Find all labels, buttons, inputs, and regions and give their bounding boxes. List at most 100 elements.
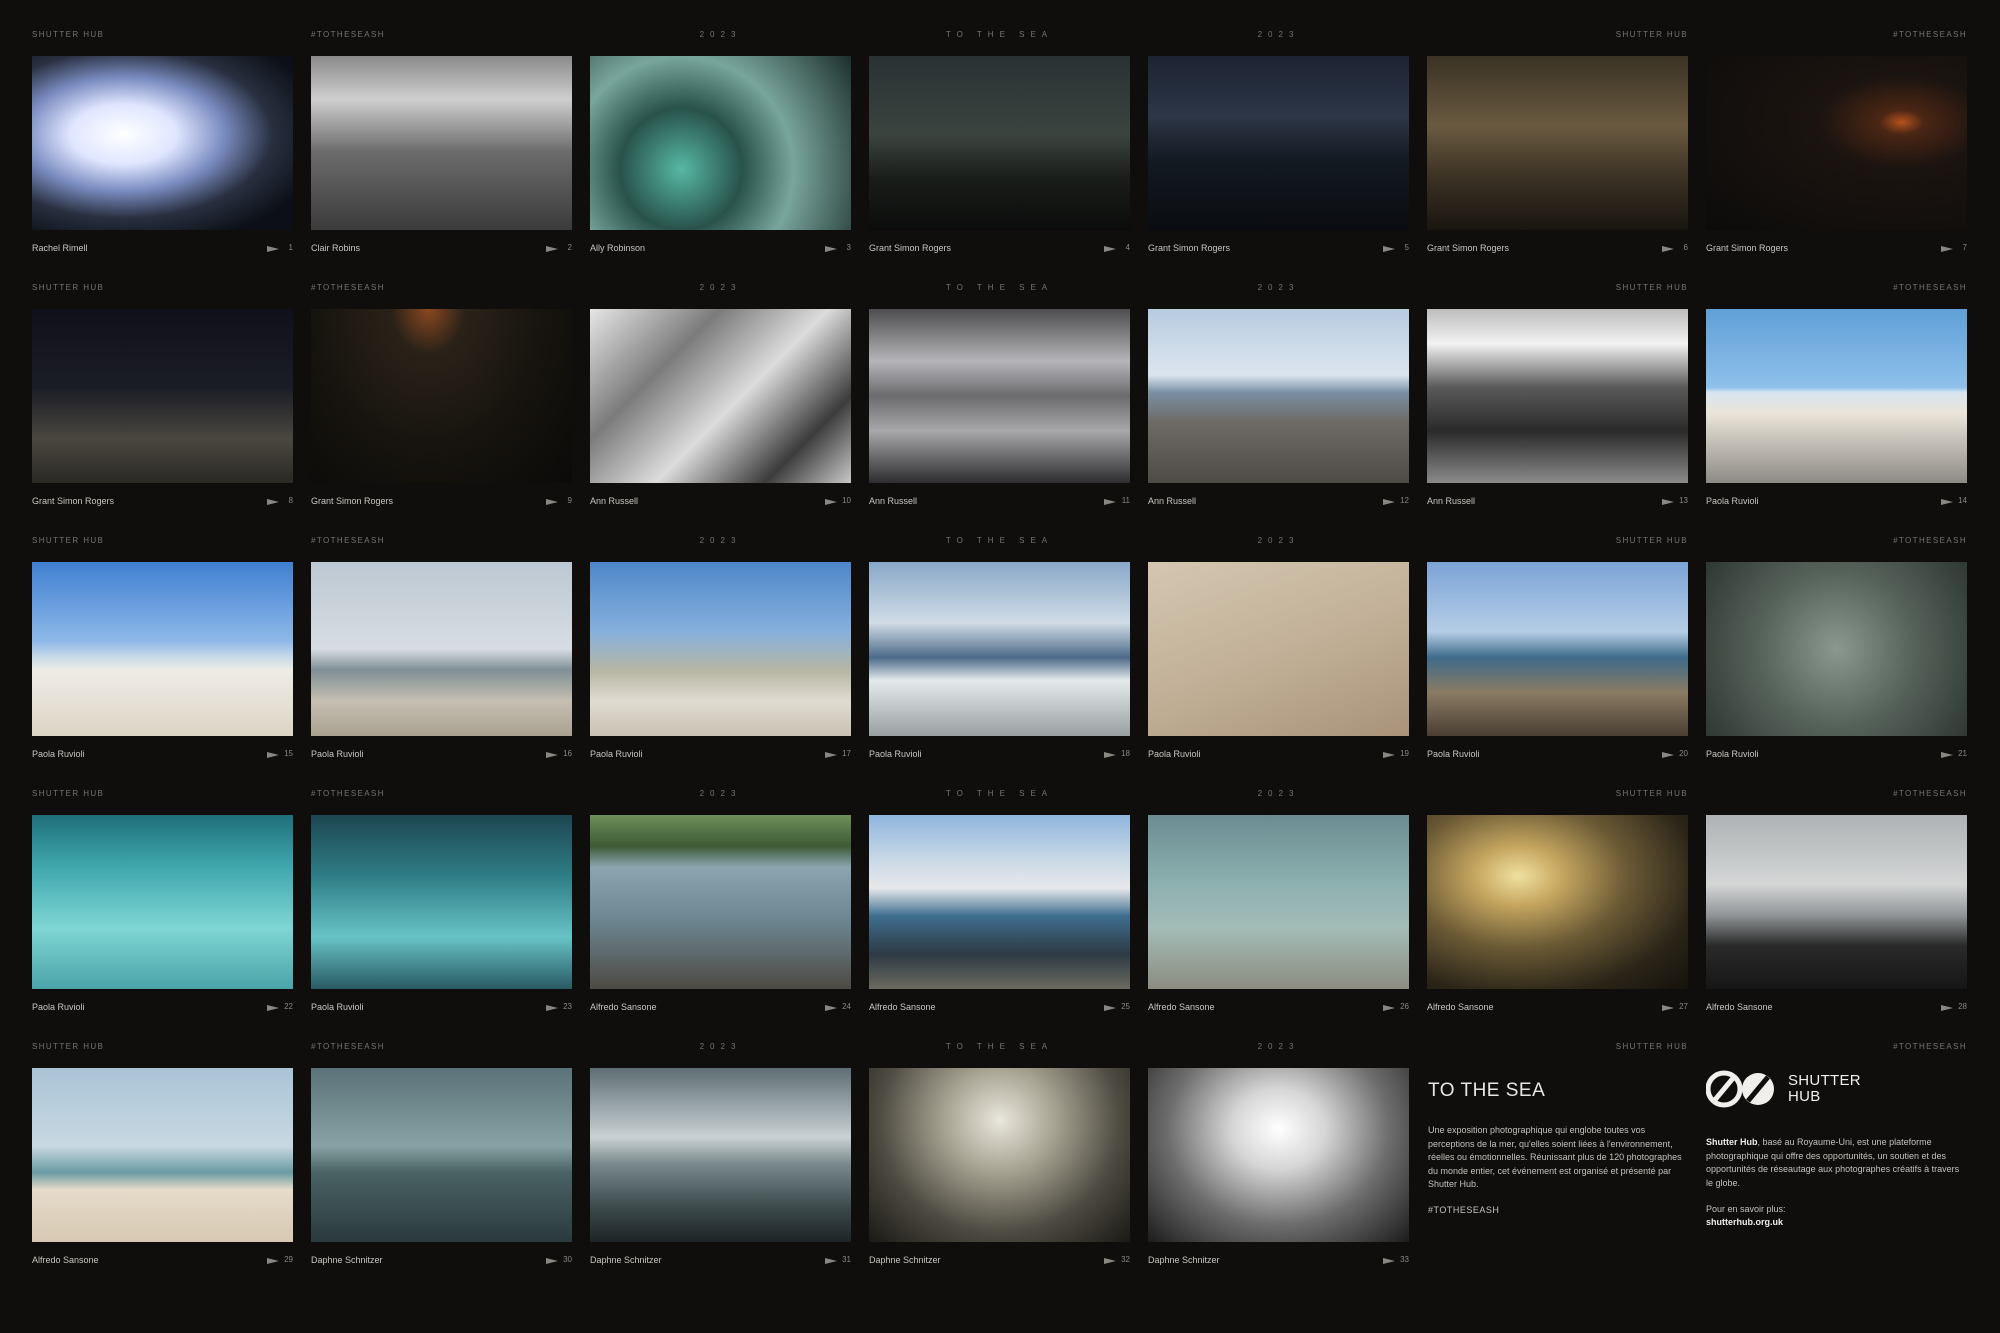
grid-cell: TO THE SEA Alfredo Sansone 25: [869, 785, 1130, 1025]
photo-thumbnail[interactable]: [869, 309, 1130, 483]
grid-cell: SHUTTER HUB Paola Ruvioli 15: [32, 532, 293, 772]
photo-number: 23: [563, 1002, 572, 1011]
photo-thumbnail[interactable]: [590, 1068, 851, 1242]
flag-icon: [546, 1258, 558, 1264]
photo-number: 31: [842, 1255, 851, 1264]
photo-caption: Alfredo Sansone 26: [1148, 1002, 1409, 1016]
photographer-name: Ann Russell: [869, 496, 918, 506]
photo-thumbnail[interactable]: [32, 562, 293, 736]
photo-number: 29: [284, 1255, 293, 1264]
photo-thumbnail[interactable]: [1148, 815, 1409, 989]
photographer-name: Paola Ruvioli: [1706, 749, 1759, 759]
header-label: SHUTTER HUB: [32, 30, 105, 39]
photo-thumbnail[interactable]: [311, 309, 572, 483]
grid-cell: 2023 Daphne Schnitzer 33: [1148, 1038, 1409, 1278]
photo-thumbnail[interactable]: [311, 1068, 572, 1242]
photographer-name: Grant Simon Rogers: [869, 243, 952, 253]
flag-icon: [546, 246, 558, 252]
grid-cell: #TOTHESEASH Grant Simon Rogers 7: [1706, 26, 1967, 266]
logo-line-2: HUB: [1788, 1088, 1821, 1105]
header-label: TO THE SEA: [945, 30, 1054, 39]
photo-thumbnail[interactable]: [32, 309, 293, 483]
photographer-name: Daphne Schnitzer: [869, 1255, 941, 1265]
photo-thumbnail[interactable]: [1148, 1068, 1409, 1242]
about-text: Shutter Hub, basé au Royaume-Uni, est un…: [1706, 1136, 1968, 1190]
flag-icon: [267, 499, 279, 505]
photo-caption: Grant Simon Rogers 5: [1148, 243, 1409, 257]
photo-thumbnail[interactable]: [590, 562, 851, 736]
photo-caption: Paola Ruvioli 19: [1148, 749, 1409, 763]
photo-caption: Grant Simon Rogers 7: [1706, 243, 1967, 257]
photo-thumbnail[interactable]: [1148, 562, 1409, 736]
photo-number: 19: [1400, 749, 1409, 758]
photo-number: 7: [1962, 243, 1967, 252]
photo-number: 4: [1125, 243, 1130, 252]
photo-thumbnail[interactable]: [1706, 309, 1967, 483]
flag-icon: [267, 246, 279, 252]
header-label: 2023: [699, 30, 742, 39]
header-label: #TOTHESEASH: [1893, 1042, 1967, 1051]
flag-icon: [1104, 246, 1116, 252]
photo-thumbnail[interactable]: [311, 56, 572, 230]
photo-thumbnail[interactable]: [32, 56, 293, 230]
flag-icon: [1383, 499, 1395, 505]
logo-line-1: SHUTTER: [1788, 1072, 1861, 1089]
website-link[interactable]: shutterhub.org.uk: [1706, 1217, 1968, 1227]
photographer-name: Paola Ruvioli: [32, 749, 85, 759]
photo-thumbnail[interactable]: [1148, 309, 1409, 483]
photo-thumbnail[interactable]: [590, 815, 851, 989]
photo-thumbnail[interactable]: [311, 562, 572, 736]
photo-thumbnail[interactable]: [869, 815, 1130, 989]
photo-thumbnail[interactable]: [869, 562, 1130, 736]
photographer-name: Alfredo Sansone: [1706, 1002, 1773, 1012]
flag-icon: [546, 752, 558, 758]
grid-row: SHUTTER HUB Grant Simon Rogers 8 #TOTHESEAS…: [32, 279, 1968, 519]
photo-caption: Daphne Schnitzer 33: [1148, 1255, 1409, 1269]
photo-number: 8: [288, 496, 293, 505]
photo-thumbnail[interactable]: [32, 815, 293, 989]
photo-thumbnail[interactable]: [1706, 562, 1967, 736]
photographer-name: Grant Simon Rogers: [1427, 243, 1510, 253]
photo-number: 6: [1683, 243, 1688, 252]
photo-thumbnail[interactable]: [869, 56, 1130, 230]
photo-number: 3: [846, 243, 851, 252]
photographer-name: Alfredo Sansone: [590, 1002, 657, 1012]
photo-caption: Paola Ruvioli 14: [1706, 496, 1967, 510]
header-label: #TOTHESEASH: [1893, 536, 1967, 545]
header-label: SHUTTER HUB: [1615, 1042, 1688, 1051]
photographer-name: Ally Robinson: [590, 243, 646, 253]
header-label: #TOTHESEASH: [311, 536, 385, 545]
grid-cell: #TOTHESEASH Paola Ruvioli 14: [1706, 279, 1967, 519]
photo-thumbnail[interactable]: [590, 309, 851, 483]
photo-thumbnail[interactable]: [590, 56, 851, 230]
photo-thumbnail[interactable]: [1427, 309, 1688, 483]
grid-cell: #TOTHESEASH Grant Simon Rogers 9: [311, 279, 572, 519]
header-label: SHUTTER HUB: [1615, 536, 1688, 545]
photo-number: 10: [842, 496, 851, 505]
photo-thumbnail[interactable]: [1427, 56, 1688, 230]
photo-thumbnail[interactable]: [32, 1068, 293, 1242]
flag-icon: [1941, 752, 1953, 758]
grid-cell: 2023 Paola Ruvioli 19: [1148, 532, 1409, 772]
grid-cell: TO THE SEA Daphne Schnitzer 32: [869, 1038, 1130, 1278]
flag-icon: [1104, 1005, 1116, 1011]
grid-cell: 2023 Ally Robinson 3: [590, 26, 851, 266]
photo-thumbnail[interactable]: [869, 1068, 1130, 1242]
photo-thumbnail[interactable]: [1148, 56, 1409, 230]
header-label: #TOTHESEASH: [311, 1042, 385, 1051]
photo-thumbnail[interactable]: [1427, 562, 1688, 736]
photo-number: 5: [1404, 243, 1409, 252]
photo-thumbnail[interactable]: [1427, 815, 1688, 989]
flag-icon: [1662, 246, 1674, 252]
photo-thumbnail[interactable]: [1706, 815, 1967, 989]
photo-number: 16: [563, 749, 572, 758]
grid-cell: 2023 Paola Ruvioli 17: [590, 532, 851, 772]
photographer-name: Paola Ruvioli: [311, 1002, 364, 1012]
flag-icon: [546, 1005, 558, 1011]
flag-icon: [825, 1005, 837, 1011]
exhibition-hashtag: #TOTHESEASH: [1428, 1204, 1500, 1215]
shutter-hub-logo-icon: [1706, 1070, 1774, 1108]
flag-icon: [267, 1005, 279, 1011]
photo-thumbnail[interactable]: [1706, 56, 1967, 230]
photo-thumbnail[interactable]: [311, 815, 572, 989]
